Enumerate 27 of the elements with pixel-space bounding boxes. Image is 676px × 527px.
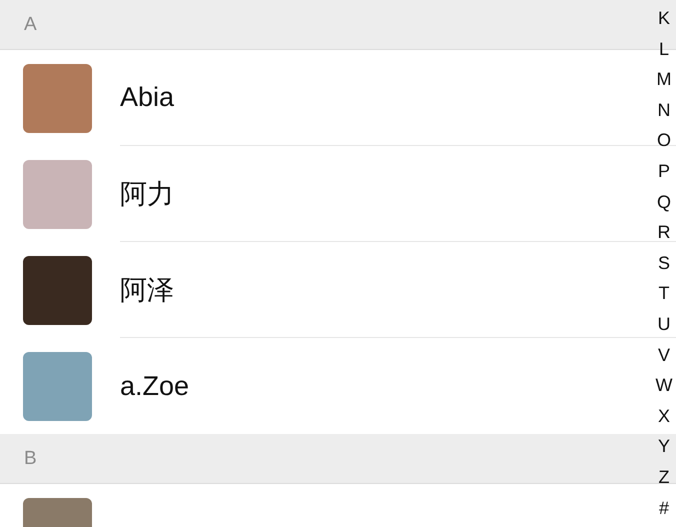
avatar-photo-placeholder — [23, 160, 92, 228]
avatar-photo-placeholder — [23, 352, 92, 420]
index-letter[interactable]: V — [658, 340, 670, 370]
index-letter[interactable]: K — [658, 3, 670, 34]
avatar-photo-placeholder — [23, 256, 92, 324]
avatar-photo-placeholder — [23, 64, 92, 132]
index-letter[interactable]: Z — [658, 462, 670, 492]
index-letter[interactable]: Y — [658, 431, 670, 462]
contact-name: 阿泽 — [120, 274, 174, 306]
index-letter[interactable]: # — [658, 492, 669, 524]
section-letter: A — [24, 14, 37, 36]
section-letter: B — [24, 448, 37, 470]
index-letter[interactable]: Q — [656, 186, 671, 218]
index-letter[interactable]: T — [658, 278, 670, 309]
index-letter[interactable]: U — [658, 308, 670, 340]
index-letter[interactable]: M — [656, 64, 672, 95]
contact-name: a.Zoe — [120, 370, 190, 402]
index-letter[interactable]: P — [658, 156, 670, 187]
index-letter[interactable]: X — [658, 400, 670, 432]
contact-name: Abia — [120, 82, 174, 113]
index-letter[interactable]: N — [658, 94, 670, 126]
index-letter[interactable]: S — [658, 248, 670, 278]
contact-name: 阿力 — [120, 178, 174, 210]
index-letter[interactable]: O — [656, 125, 671, 156]
index-letter[interactable]: L — [658, 34, 669, 64]
index-letter[interactable]: W — [656, 370, 672, 401]
index-letter[interactable]: R — [658, 217, 670, 248]
